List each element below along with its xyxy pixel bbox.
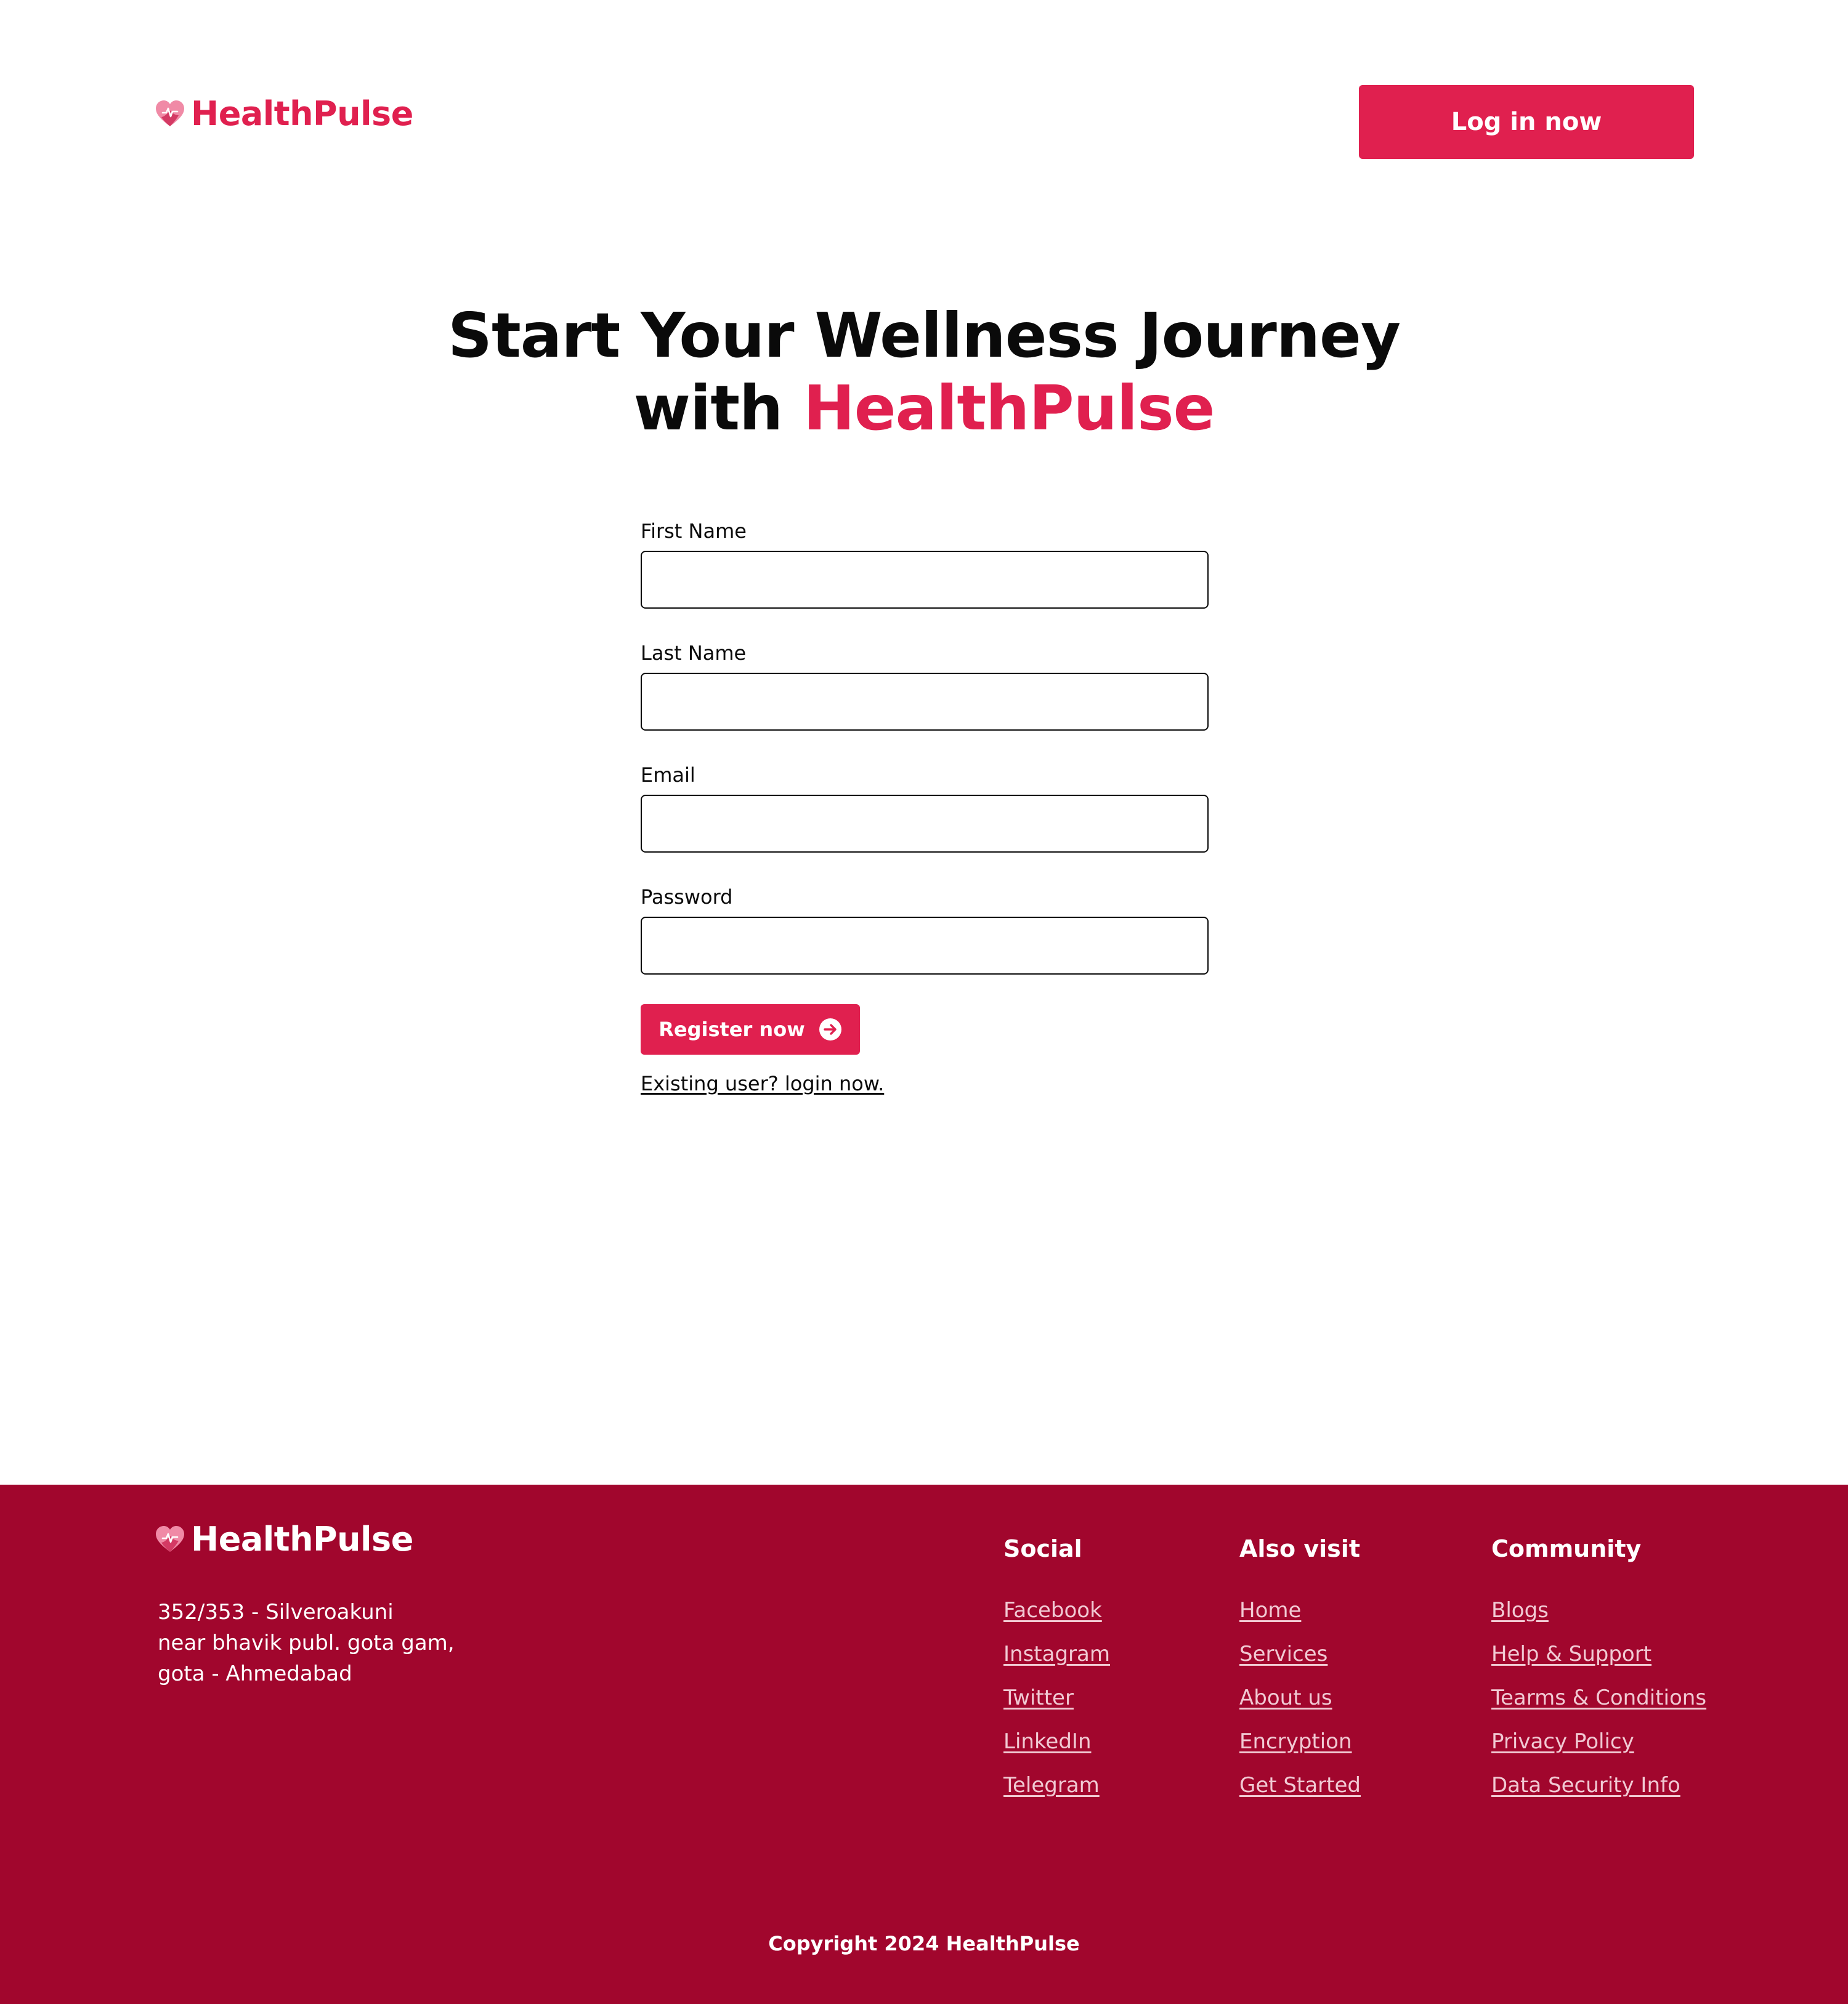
page-title: Start Your Wellness Journey with HealthP… (0, 299, 1848, 445)
address-line: gota - Ahmedabad (158, 1661, 352, 1686)
footer-link-data-security-info[interactable]: Data Security Info (1491, 1773, 1680, 1798)
register-button-label: Register now (659, 1018, 805, 1041)
footer-column-social: Social Facebook Instagram Twitter Linked… (1003, 1534, 1110, 1814)
register-button[interactable]: Register now (641, 1004, 860, 1055)
email-label: Email (641, 763, 695, 787)
footer-address: 352/353 - Silveroakuni near bhavik publ.… (158, 1597, 455, 1689)
last-name-field: Last Name (641, 638, 1210, 731)
last-name-label: Last Name (641, 641, 747, 665)
page-title-line2: with HealthPulse (0, 372, 1848, 445)
footer-link-about-us[interactable]: About us (1239, 1686, 1332, 1710)
footer-link-instagram[interactable]: Instagram (1003, 1642, 1110, 1666)
footer-link-terms-conditions[interactable]: Tearms & Conditions (1491, 1686, 1706, 1710)
heart-logo-icon (156, 1526, 184, 1552)
footer-link-facebook[interactable]: Facebook (1003, 1598, 1102, 1623)
brand-name: HealthPulse (191, 94, 413, 133)
address-line: 352/353 - Silveroakuni (158, 1600, 394, 1625)
footer-link-encryption[interactable]: Encryption (1239, 1729, 1352, 1754)
last-name-input[interactable] (641, 673, 1209, 731)
password-input[interactable] (641, 917, 1209, 975)
footer-link-telegram[interactable]: Telegram (1003, 1773, 1100, 1798)
address-line: near bhavik publ. gota gam, (158, 1631, 455, 1655)
login-button[interactable]: Log in now (1359, 85, 1694, 159)
footer-link-get-started[interactable]: Get Started (1239, 1773, 1361, 1798)
existing-user-login-link[interactable]: Existing user? login now. (641, 1072, 884, 1095)
footer-column-heading: Community (1491, 1535, 1642, 1562)
password-field: Password (641, 882, 1210, 975)
email-input[interactable] (641, 795, 1209, 853)
email-field: Email (641, 760, 1210, 853)
page-title-brand: HealthPulse (803, 372, 1215, 444)
footer-column-community: Community Blogs Help & Support Tearms & … (1491, 1534, 1706, 1814)
footer-column-heading: Social (1003, 1535, 1082, 1562)
header-logo[interactable]: HealthPulse (154, 97, 413, 131)
password-label: Password (641, 885, 733, 909)
first-name-label: First Name (641, 519, 747, 543)
footer-link-services[interactable]: Services (1239, 1642, 1327, 1666)
footer-link-list: Blogs Help & Support Tearms & Conditions… (1491, 1596, 1706, 1814)
footer-column-also-visit: Also visit Home Services About us Encryp… (1239, 1534, 1361, 1814)
footer-link-twitter[interactable]: Twitter (1003, 1686, 1074, 1710)
page-title-prefix: with (633, 372, 804, 444)
footer-logo[interactable]: HealthPulse (154, 1523, 413, 1556)
heart-logo-icon (156, 100, 184, 126)
first-name-field: First Name (641, 516, 1210, 609)
first-name-input[interactable] (641, 551, 1209, 609)
footer-link-help-support[interactable]: Help & Support (1491, 1642, 1651, 1666)
site-header: HealthPulse Log in now (0, 0, 1848, 244)
footer-link-list: Home Services About us Encryption Get St… (1239, 1596, 1361, 1814)
footer-link-list: Facebook Instagram Twitter LinkedIn Tele… (1003, 1596, 1110, 1814)
footer-link-privacy-policy[interactable]: Privacy Policy (1491, 1729, 1634, 1754)
footer-brand-name: HealthPulse (191, 1520, 413, 1559)
footer-link-home[interactable]: Home (1239, 1598, 1301, 1623)
register-form: First Name Last Name Email Password Regi… (641, 516, 1210, 1095)
footer-column-heading: Also visit (1239, 1535, 1360, 1562)
footer-link-blogs[interactable]: Blogs (1491, 1598, 1549, 1623)
footer-link-linkedin[interactable]: LinkedIn (1003, 1729, 1092, 1754)
page-title-line1: Start Your Wellness Journey (447, 299, 1401, 371)
arrow-right-circle-icon (819, 1018, 841, 1041)
copyright-text: Copyright 2024 HealthPulse (768, 1932, 1080, 1955)
